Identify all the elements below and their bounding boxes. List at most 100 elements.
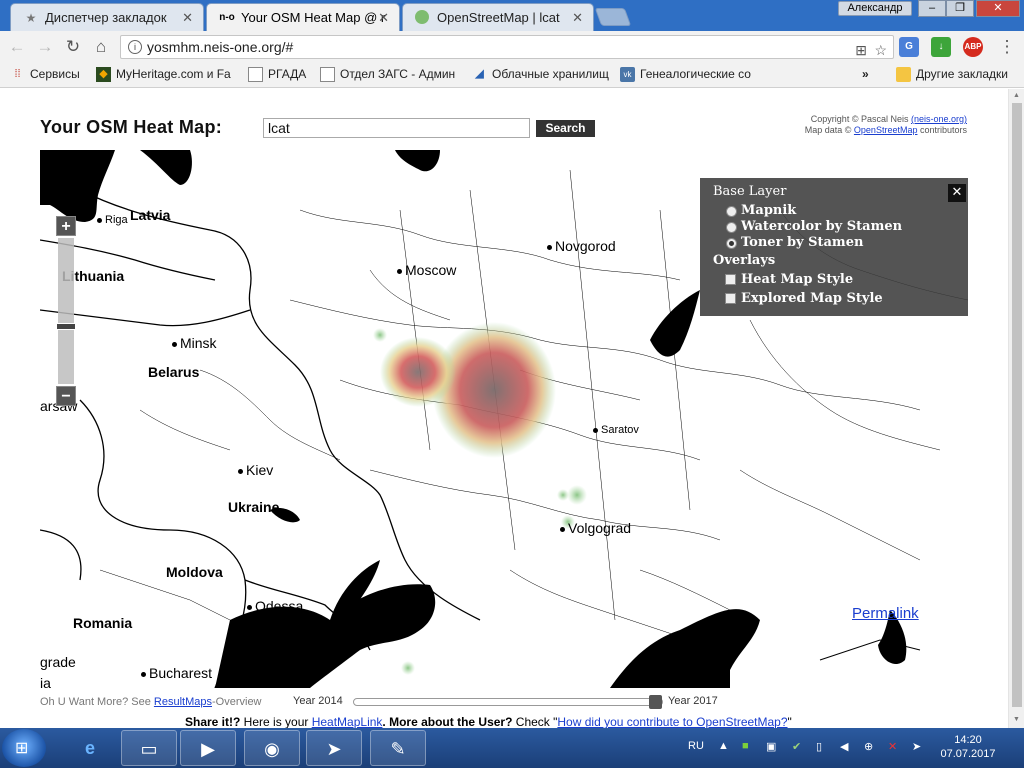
browser-toolbar: ← → ↻ ⌂ i yosmhm.neis-one.org/# ⊞ ☆ G ↓ …: [0, 31, 1024, 62]
city-label-kiev: Kiev: [238, 462, 273, 478]
scroll-down-icon[interactable]: ▼: [1013, 716, 1020, 723]
clock-time: 14:20: [954, 734, 982, 746]
overlay-option-explored[interactable]: Explored Map Style: [713, 291, 968, 310]
media-player-icon[interactable]: ▶: [180, 730, 236, 766]
city-label-moscow: Moscow: [397, 262, 456, 278]
tray-expand-icon[interactable]: ▲: [718, 740, 729, 752]
username-input[interactable]: lcat: [263, 118, 530, 138]
overlay-option-heatmap[interactable]: Heat Map Style: [713, 272, 968, 291]
country-label-latvia: Latvia: [130, 207, 171, 223]
layer-label: Mapnik: [741, 203, 797, 218]
radio-button-selected[interactable]: [726, 238, 737, 249]
layer-option-watercolor[interactable]: Watercolor by Stamen: [713, 219, 968, 235]
bookmark-rgada[interactable]: РГАДА: [248, 67, 307, 82]
explorer-icon[interactable]: ▭: [121, 730, 177, 766]
bookmark-label: РГАДА: [268, 67, 307, 81]
scrollbar-thumb[interactable]: [1012, 103, 1022, 707]
tab-close-icon[interactable]: ✕: [378, 10, 389, 26]
home-button[interactable]: ⌂: [90, 36, 112, 58]
menu-icon[interactable]: ⋮: [996, 36, 1018, 58]
telegram-icon[interactable]: ➤: [306, 730, 362, 766]
zoom-in-button[interactable]: +: [56, 216, 76, 236]
profile-button[interactable]: Александр: [838, 1, 912, 16]
close-icon[interactable]: ✕: [948, 184, 966, 202]
bookmark-label: Отдел ЗАГС - Админ: [340, 67, 456, 81]
copyright-text: Map data ©: [804, 125, 854, 135]
map-canvas[interactable]: Riga Latvia Lithuania Moscow Novgorod Mi…: [40, 150, 968, 688]
paint-icon[interactable]: ✎: [370, 730, 426, 766]
osm-icon: [415, 10, 429, 24]
network-disconnected-icon[interactable]: ✕: [888, 740, 897, 753]
year-slider-handle[interactable]: [649, 695, 662, 709]
address-bar[interactable]: i yosmhm.neis-one.org/# ⊞ ☆: [120, 35, 894, 59]
permalink-link[interactable]: Permalink: [852, 605, 919, 622]
chrome-icon[interactable]: ◉: [244, 730, 300, 766]
maximize-button[interactable]: ❐: [946, 0, 974, 17]
checkbox[interactable]: [725, 274, 736, 285]
zoom-slider-track[interactable]: [58, 238, 74, 384]
search-button[interactable]: Search: [536, 120, 595, 137]
new-tab-button[interactable]: [594, 8, 632, 26]
forward-button[interactable]: →: [34, 36, 56, 58]
adblock-icon[interactable]: ABP: [963, 37, 983, 57]
bookmark-label: Генеалогические со: [640, 67, 751, 81]
radio-button[interactable]: [726, 222, 737, 233]
tray-app-icon[interactable]: ▣: [766, 740, 776, 753]
translate-icon[interactable]: ⊞: [855, 39, 867, 61]
tab-close-icon[interactable]: ✕: [182, 10, 193, 26]
layer-option-mapnik[interactable]: Mapnik: [713, 203, 968, 219]
vk-icon: vk: [620, 67, 635, 82]
page-icon: [248, 67, 263, 82]
more-bookmarks-button[interactable]: »: [862, 67, 869, 81]
year-slider[interactable]: [353, 695, 663, 709]
neis-one-link[interactable]: (neis-one.org): [911, 114, 967, 124]
city-label-bucharest: Bucharest: [141, 665, 212, 681]
zoom-slider-handle[interactable]: [56, 323, 76, 330]
bookmark-star-icon[interactable]: ☆: [874, 39, 887, 61]
other-bookmarks[interactable]: Другие закладки: [896, 67, 1008, 82]
security-icon[interactable]: ✔: [792, 740, 801, 753]
bookmark-cloud[interactable]: ◢ Облачные хранилищ: [472, 67, 609, 81]
contribution-link[interactable]: How did you contribute to OpenStreetMap?: [557, 715, 787, 729]
bookmark-zags[interactable]: Отдел ЗАГС - Админ: [320, 67, 456, 82]
reload-button[interactable]: ↻: [62, 36, 84, 58]
city-label-odessa: Odessa: [247, 598, 303, 614]
tab-label: OpenStreetMap | lcat: [437, 10, 560, 25]
tab-heat-map[interactable]: n-o Your OSM Heat Map @ r ✕: [206, 3, 400, 31]
telegram-tray-icon[interactable]: ➤: [912, 740, 921, 753]
overview-text: Oh U Want More? See ResultMaps-Overview: [40, 696, 262, 708]
info-icon[interactable]: i: [128, 40, 142, 54]
layer-option-toner[interactable]: Toner by Stamen: [713, 235, 968, 251]
zoom-out-button[interactable]: −: [56, 386, 76, 406]
tab-close-icon[interactable]: ✕: [572, 10, 583, 26]
back-button[interactable]: ←: [6, 36, 28, 58]
bookmark-label: MyHeritage.com и Fa: [116, 67, 231, 81]
network-icon[interactable]: ⊕: [864, 740, 873, 753]
checkbox[interactable]: [725, 293, 736, 304]
resultmaps-link[interactable]: ResultMaps: [154, 696, 212, 708]
start-button[interactable]: ⊞: [2, 729, 46, 767]
bookmark-services[interactable]: ⁞⁞ Сервисы: [10, 67, 79, 81]
device-icon[interactable]: ▯: [816, 740, 822, 753]
download-icon[interactable]: ↓: [931, 37, 951, 57]
heatmaplink-link[interactable]: HeatMapLink: [312, 715, 383, 729]
language-indicator[interactable]: RU: [688, 740, 704, 752]
scroll-up-icon[interactable]: ▲: [1013, 92, 1020, 99]
volume-icon[interactable]: ◀: [840, 740, 848, 753]
radio-button[interactable]: [726, 206, 737, 217]
google-translate-icon[interactable]: G: [899, 37, 919, 57]
nvidia-icon[interactable]: ■: [742, 740, 749, 752]
bookmark-myheritage[interactable]: ◆ MyHeritage.com и Fa: [96, 67, 231, 82]
tab-bookmark-manager[interactable]: ★ Диспетчер закладок ✕: [10, 3, 204, 31]
close-window-button[interactable]: ✕: [976, 0, 1020, 17]
copyright-text: contributors: [917, 125, 967, 135]
year-end-label: Year 2017: [668, 695, 718, 707]
ie-icon[interactable]: e: [62, 730, 118, 766]
copyright: Copyright © Pascal Neis (neis-one.org) M…: [805, 114, 967, 136]
openstreetmap-link[interactable]: OpenStreetMap: [854, 125, 918, 135]
vertical-scrollbar[interactable]: ▲ ▼: [1008, 89, 1024, 728]
minimize-button[interactable]: –: [918, 0, 946, 17]
clock[interactable]: 14:20 07.07.2017: [938, 733, 998, 761]
tab-openstreetmap[interactable]: OpenStreetMap | lcat ✕: [402, 3, 594, 31]
bookmark-genealogy[interactable]: vk Генеалогические со: [620, 67, 751, 82]
